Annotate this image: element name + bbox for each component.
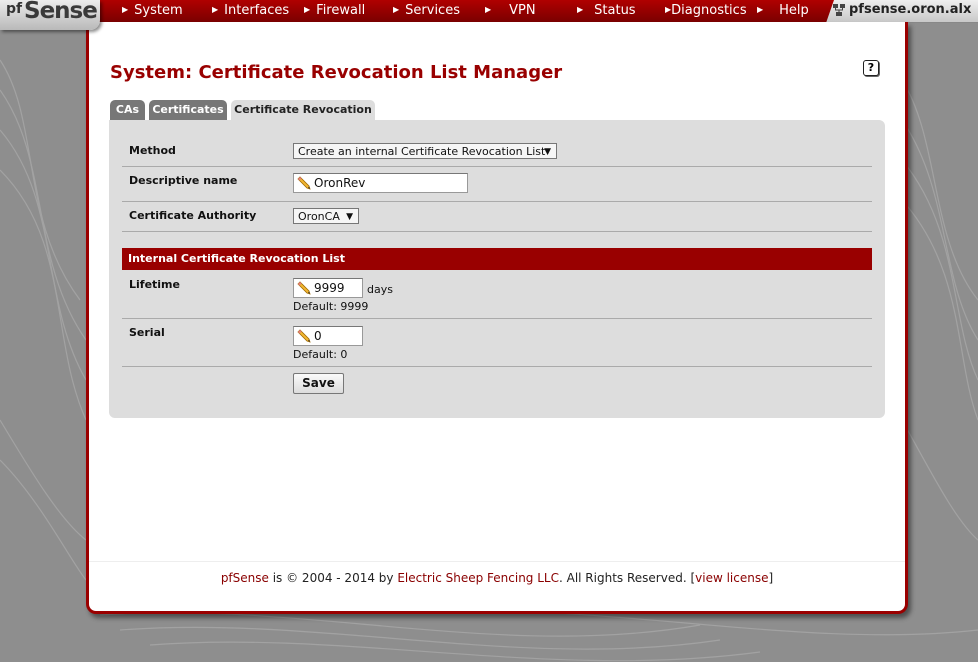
nav-diagnostics[interactable]: ▶Diagnostics <box>665 3 747 19</box>
nav-status[interactable]: ▶ Status <box>577 3 636 19</box>
divider <box>122 231 872 232</box>
lifetime-unit: days <box>367 283 393 296</box>
method-label: Method <box>129 144 176 157</box>
section-header: Internal Certificate Revocation List <box>122 248 872 270</box>
tab-cas[interactable]: CAs <box>110 100 145 120</box>
footer-bracket: ] <box>768 571 774 585</box>
lifetime-label: Lifetime <box>129 278 180 291</box>
serial-label: Serial <box>129 326 165 339</box>
footer-rights-text: . All Rights Reserved. [ <box>558 571 696 585</box>
method-select[interactable]: Create an internal Certificate Revocatio… <box>293 143 557 159</box>
dropdown-arrow-icon: ▼ <box>544 147 551 157</box>
footer-view-license-link[interactable]: view license <box>695 571 768 585</box>
descriptive-name-value: OronRev <box>314 176 366 190</box>
nav-system[interactable]: ▶ System <box>122 3 183 19</box>
descriptive-name-label: Descriptive name <box>129 174 238 187</box>
footer-divider <box>89 561 905 562</box>
nav-interfaces[interactable]: ▶ Interfaces <box>212 3 289 19</box>
pencil-icon <box>297 176 311 190</box>
nav-help[interactable]: ▶ Help <box>757 3 809 19</box>
divider <box>122 166 872 167</box>
method-select-value: Create an internal Certificate Revocatio… <box>298 145 546 158</box>
main-panel: System: Certificate Revocation List Mana… <box>86 22 908 614</box>
logo-text: Sense <box>24 0 98 24</box>
tab-certificates[interactable]: Certificates <box>149 100 227 120</box>
descriptive-name-input[interactable]: OronRev <box>293 173 468 193</box>
footer-text: is © 2004 - 2014 by <box>268 571 398 585</box>
caret-right-icon: ▶ <box>485 5 492 14</box>
nav-system-label: System <box>134 3 183 18</box>
caret-right-icon: ▶ <box>212 5 219 14</box>
caret-right-icon: ▶ <box>122 5 129 14</box>
nav-interfaces-label: Interfaces <box>224 3 290 18</box>
divider <box>122 318 872 319</box>
hostname-box: pfsense.oron.alx <box>826 0 978 23</box>
serial-input[interactable]: 0 <box>293 326 363 346</box>
lifetime-default-hint: Default: 9999 <box>293 300 369 313</box>
caret-right-icon: ▶ <box>304 5 311 14</box>
save-button[interactable]: Save <box>293 373 344 394</box>
help-icon[interactable]: ? <box>863 60 879 76</box>
certificate-authority-value: OronCA <box>298 210 340 223</box>
dropdown-arrow-icon: ▼ <box>346 212 353 222</box>
pencil-icon <box>297 281 311 295</box>
nav-vpn[interactable]: ▶ VPN <box>485 3 536 19</box>
caret-right-icon: ▶ <box>665 5 672 14</box>
nav-status-label: Status <box>594 3 636 18</box>
divider <box>122 366 872 367</box>
nav-diagnostics-label: Diagnostics <box>671 3 747 18</box>
serial-value: 0 <box>314 329 322 343</box>
nav-firewall[interactable]: ▶ Firewall <box>304 3 365 19</box>
certificate-authority-select[interactable]: OronCA ▼ <box>293 208 359 224</box>
caret-right-icon: ▶ <box>757 5 764 14</box>
pencil-icon <box>297 329 311 343</box>
nav-vpn-label: VPN <box>509 3 536 18</box>
tab-certificate-revocation[interactable]: Certificate Revocation <box>231 100 375 122</box>
lifetime-value: 9999 <box>314 281 345 295</box>
page-title: System: Certificate Revocation List Mana… <box>110 62 563 83</box>
nav-services-label: Services <box>405 3 460 18</box>
hostname-text: pfsense.oron.alx <box>849 2 972 17</box>
footer-pfsense-link[interactable]: pfSense <box>221 571 269 585</box>
caret-right-icon: ▶ <box>393 5 400 14</box>
certificate-authority-label: Certificate Authority <box>129 209 257 222</box>
nav-firewall-label: Firewall <box>316 3 366 18</box>
footer: pfSense is © 2004 - 2014 by Electric She… <box>89 571 905 585</box>
server-icon <box>833 4 845 16</box>
serial-default-hint: Default: 0 <box>293 348 348 361</box>
divider <box>122 201 872 202</box>
lifetime-input[interactable]: 9999 <box>293 278 363 298</box>
pfsense-logo[interactable]: pf Sense <box>0 0 100 30</box>
caret-right-icon: ▶ <box>577 5 584 14</box>
logo-prefix: pf <box>6 1 23 17</box>
nav-services[interactable]: ▶ Services <box>393 3 460 19</box>
nav-help-label: Help <box>779 3 809 18</box>
crl-form: Method Create an internal Certificate Re… <box>109 120 885 418</box>
footer-company-link[interactable]: Electric Sheep Fencing LLC <box>397 571 559 585</box>
